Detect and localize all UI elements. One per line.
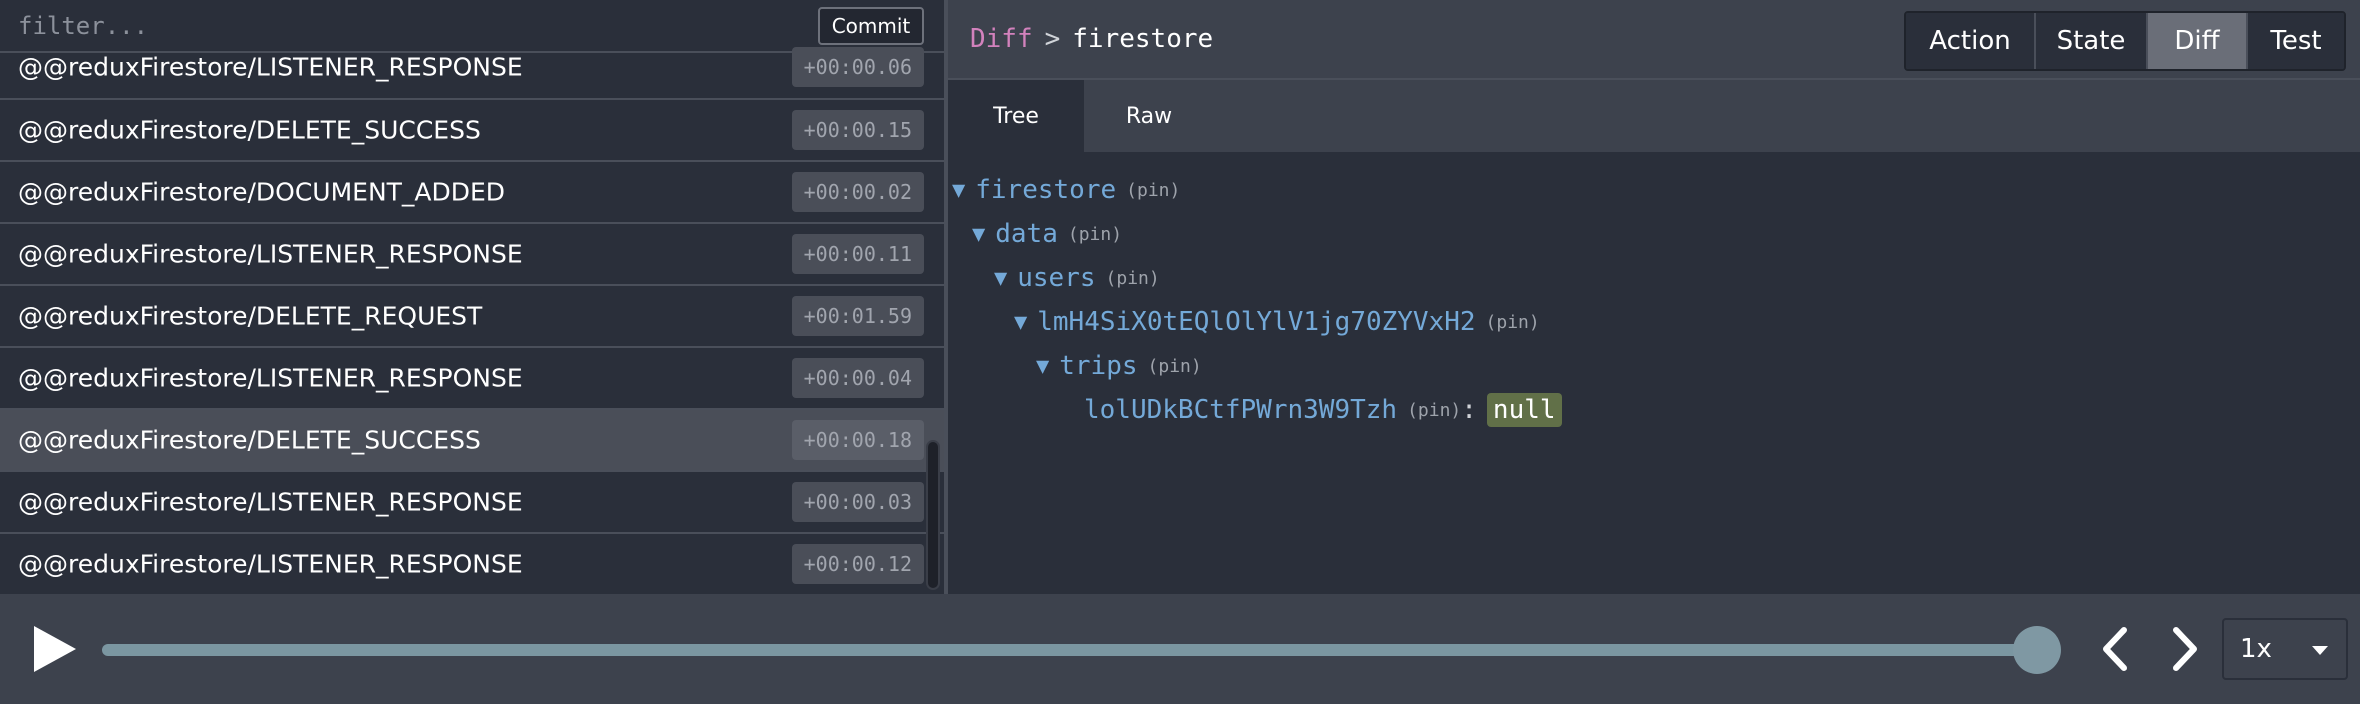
action-time-badge: +00:00.03	[791, 482, 924, 522]
tab-state[interactable]: State	[2034, 13, 2146, 69]
action-time-badge: +00:01.59	[791, 296, 924, 336]
action-time-badge: +00:00.11	[791, 234, 924, 274]
tree-node[interactable]: ▼ firestore (pin)	[952, 168, 1180, 212]
timeline-slider-knob[interactable]	[2013, 626, 2061, 674]
tree-node[interactable]: ▼ trips (pin)	[1036, 344, 1202, 388]
timeline-slider-track[interactable]	[102, 644, 2038, 656]
step-forward-icon[interactable]	[2164, 624, 2204, 674]
action-name: @@reduxFirestore/DELETE_SUCCESS	[18, 425, 481, 455]
action-time-badge: +00:00.18	[791, 420, 924, 460]
action-time-badge: +00:00.15	[791, 110, 924, 150]
tree-key: users	[1017, 263, 1096, 293]
speed-select[interactable]: 1x	[2222, 618, 2348, 680]
tab-test[interactable]: Test	[2246, 13, 2344, 69]
tree-key: firestore	[975, 175, 1117, 205]
action-name: @@reduxFirestore/LISTENER_RESPONSE	[18, 239, 523, 269]
action-time-badge: +00:00.02	[791, 172, 924, 212]
action-time-badge: +00:00.04	[791, 358, 924, 398]
breadcrumb-current: firestore	[1072, 24, 1214, 54]
mode-tab-group: Action State Diff Test	[1904, 11, 2346, 71]
breadcrumb-separator: >	[1044, 24, 1061, 54]
action-name: @@reduxFirestore/DELETE_REQUEST	[18, 301, 483, 331]
action-row[interactable]: @@reduxFirestore/DELETE_REQUEST +00:01.5…	[0, 286, 944, 348]
inspector-panel: Diff > firestore Action State Diff Test …	[948, 0, 2360, 594]
expand-arrow-icon[interactable]: ▼	[1014, 310, 1027, 335]
action-list-scrollbar[interactable]	[926, 440, 940, 590]
pin-link[interactable]: (pin)	[1148, 356, 1202, 377]
tree-node[interactable]: ▼ users (pin)	[994, 256, 1160, 300]
tree-key: lmH4SiX0tEQlOlYlV1jg70ZYVxH2	[1037, 307, 1476, 337]
step-back-icon[interactable]	[2096, 624, 2136, 674]
tree-colon: :	[1461, 395, 1477, 425]
tree-node[interactable]: ▼ data (pin)	[972, 212, 1122, 256]
pin-link[interactable]: (pin)	[1407, 400, 1461, 421]
expand-arrow-icon[interactable]: ▼	[1036, 354, 1049, 379]
tree-key: trips	[1059, 351, 1138, 381]
tree-key: data	[995, 219, 1058, 249]
subtab-raw[interactable]: Raw	[1084, 80, 1214, 152]
action-name: @@reduxFirestore/LISTENER_RESPONSE	[18, 52, 523, 82]
action-row-selected[interactable]: @@reduxFirestore/DELETE_SUCCESS +00:00.1…	[0, 410, 944, 472]
action-list: @@reduxFirestore/LISTENER_RESPONSE +00:0…	[0, 47, 944, 594]
action-name: @@reduxFirestore/LISTENER_RESPONSE	[18, 363, 523, 393]
breadcrumb-root[interactable]: Diff	[970, 24, 1033, 54]
tree-node[interactable]: ▼ lmH4SiX0tEQlOlYlV1jg70ZYVxH2 (pin)	[1014, 300, 1540, 344]
tab-diff[interactable]: Diff	[2146, 13, 2246, 69]
null-value: null	[1486, 393, 1562, 427]
expand-arrow-icon[interactable]: ▼	[952, 178, 965, 203]
pin-link[interactable]: (pin)	[1106, 268, 1160, 289]
pin-link[interactable]: (pin)	[1126, 180, 1180, 201]
play-icon[interactable]	[30, 622, 80, 676]
pin-link[interactable]: (pin)	[1068, 224, 1122, 245]
action-name: @@reduxFirestore/DOCUMENT_ADDED	[18, 177, 506, 207]
breadcrumb: Diff > firestore	[970, 0, 1213, 78]
action-row[interactable]: @@reduxFirestore/DOCUMENT_ADDED +00:00.0…	[0, 162, 944, 224]
commit-button[interactable]: Commit	[818, 7, 924, 45]
inspector-header: Diff > firestore Action State Diff Test	[948, 0, 2360, 80]
tree-key: lolUDkBCtfPWrn3W9Tzh	[1084, 395, 1398, 425]
pin-link[interactable]: (pin)	[1486, 312, 1540, 333]
action-row[interactable]: @@reduxFirestore/LISTENER_RESPONSE +00:0…	[0, 534, 944, 594]
speed-value: 1x	[2240, 634, 2272, 664]
action-name: @@reduxFirestore/LISTENER_RESPONSE	[18, 549, 523, 579]
playback-bar: 1x	[0, 594, 2360, 704]
tab-action[interactable]: Action	[1906, 13, 2034, 69]
action-row[interactable]: @@reduxFirestore/LISTENER_RESPONSE +00:0…	[0, 348, 944, 410]
action-name: @@reduxFirestore/LISTENER_RESPONSE	[18, 487, 523, 517]
action-row[interactable]: @@reduxFirestore/LISTENER_RESPONSE +00:0…	[0, 47, 944, 100]
action-list-panel: Commit @@reduxFirestore/LISTENER_RESPONS…	[0, 0, 944, 594]
tree-leaf: lolUDkBCtfPWrn3W9Tzh (pin) : null	[1084, 388, 1562, 432]
expand-arrow-icon[interactable]: ▼	[994, 266, 1007, 291]
filter-bar: Commit	[0, 0, 944, 53]
view-subtabs: Tree Raw	[948, 80, 2360, 152]
expand-arrow-icon[interactable]: ▼	[972, 222, 985, 247]
subtab-tree[interactable]: Tree	[948, 80, 1084, 152]
chevron-down-icon	[2312, 646, 2328, 655]
action-row[interactable]: @@reduxFirestore/DELETE_SUCCESS +00:00.1…	[0, 100, 944, 162]
action-row[interactable]: @@reduxFirestore/LISTENER_RESPONSE +00:0…	[0, 224, 944, 286]
action-row[interactable]: @@reduxFirestore/LISTENER_RESPONSE +00:0…	[0, 472, 944, 534]
action-time-badge: +00:00.06	[791, 47, 924, 87]
action-time-badge: +00:00.12	[791, 544, 924, 584]
filter-input[interactable]	[18, 4, 798, 48]
action-name: @@reduxFirestore/DELETE_SUCCESS	[18, 115, 481, 145]
